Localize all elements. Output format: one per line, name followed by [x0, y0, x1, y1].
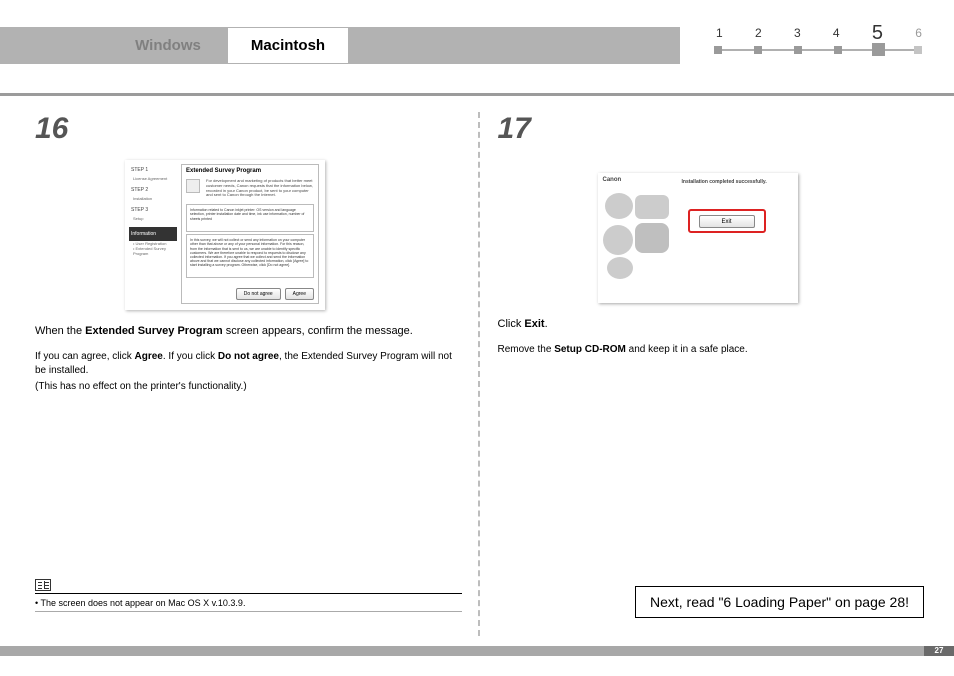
dialog-title: Extended Survey Program	[182, 165, 318, 177]
exit-button: Exit	[699, 215, 755, 228]
progress-step-4: 4	[833, 26, 840, 40]
step-16-instruction: When the Extended Survey Program screen …	[35, 324, 462, 340]
step-16-detail-2: (This has no effect on the printer's fun…	[35, 380, 462, 394]
install-complete-msg: Installation completed successfully.	[682, 179, 767, 185]
exit-button-highlight: Exit	[688, 209, 766, 233]
step-17-detail: Remove the Setup CD-ROM and keep it in a…	[498, 343, 925, 357]
note-block: • The screen does not appear on Mac OS X…	[35, 579, 462, 612]
install-complete-screenshot: Canon Installation completed successfull…	[598, 173, 798, 303]
book-icon	[35, 579, 51, 591]
note-text: • The screen does not appear on Mac OS X…	[35, 594, 462, 612]
progress-indicator: 1 2 3 4 5 6	[714, 26, 924, 56]
step-16-column: 16 STEP 1 License Agreement STEP 2 Insta…	[35, 112, 480, 636]
do-not-agree-button: Do not agree	[236, 288, 281, 300]
extended-survey-screenshot: STEP 1 License Agreement STEP 2 Installa…	[125, 160, 325, 310]
canon-brand: Canon	[603, 177, 622, 183]
step-number-16: 16	[35, 112, 462, 146]
tab-windows: Windows	[108, 28, 228, 63]
step-number-17: 17	[498, 112, 925, 146]
header-rule	[0, 93, 954, 96]
footer-bar	[0, 646, 954, 656]
progress-step-5-current: 5	[872, 26, 883, 40]
agree-button: Agree	[285, 288, 314, 300]
step-16-detail-1: If you can agree, click Agree. If you cl…	[35, 350, 462, 378]
progress-step-1: 1	[716, 26, 723, 40]
step-17-column: 17 Canon Installation completed successf…	[480, 112, 925, 636]
page-number: 27	[924, 646, 954, 656]
tab-macintosh: Macintosh	[228, 28, 348, 63]
progress-step-2: 2	[755, 26, 762, 40]
step-17-instruction: Click Exit.	[498, 317, 925, 333]
progress-step-3: 3	[794, 26, 801, 40]
os-tabs: Windows Macintosh	[108, 28, 348, 63]
progress-step-6: 6	[915, 26, 922, 40]
next-step-box: Next, read "6 Loading Paper" on page 28!	[635, 586, 924, 618]
